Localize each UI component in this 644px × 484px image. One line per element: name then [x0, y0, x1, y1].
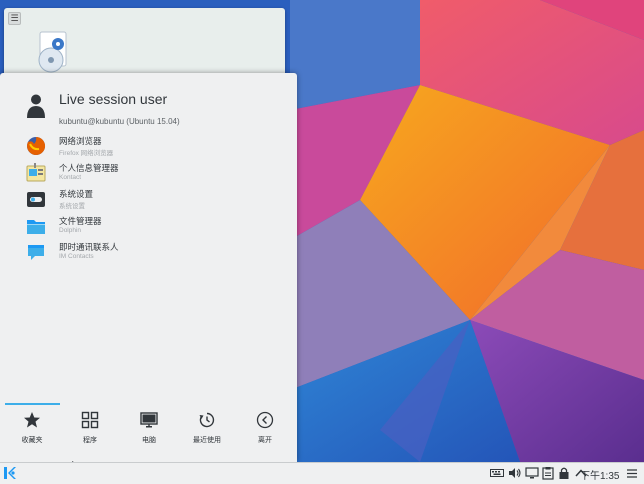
favorite-item-im-contacts[interactable]: 即时通讯联系人 IM Contacts	[22, 241, 282, 268]
favorite-name: 个人信息管理器	[59, 162, 119, 173]
volume-icon[interactable]	[508, 466, 522, 480]
user-name: Live session user	[59, 91, 168, 107]
tab-favorites[interactable]: 收藏夹	[4, 411, 60, 451]
favorite-desc: 系统设置	[59, 203, 85, 210]
favorite-item-web-browser[interactable]: 网络浏览器 Firefox 网络浏览器	[22, 135, 282, 162]
display-icon[interactable]	[525, 466, 539, 480]
launcher-tabbar: 收藏夹 程序 电脑 最近使用 离开	[0, 401, 297, 462]
tab-label: 程序	[83, 437, 97, 444]
tab-applications[interactable]: 程序	[62, 411, 118, 451]
kontact-icon	[26, 162, 46, 181]
history-icon	[199, 412, 215, 428]
star-icon	[24, 412, 40, 428]
leave-icon	[256, 411, 274, 429]
installer-disc-icon[interactable]	[34, 30, 72, 74]
favorite-name: 文件管理器	[59, 215, 102, 226]
user-avatar-icon[interactable]	[26, 93, 46, 119]
taskbar-panel: 下午1:35	[0, 462, 644, 484]
panel-clock[interactable]: 下午1:35	[580, 467, 619, 482]
favorite-desc: IM Contacts	[59, 253, 94, 260]
dolphin-icon	[27, 219, 45, 234]
tab-label: 最近使用	[193, 437, 221, 444]
user-header: Live session user kubuntu@kubuntu (Ubunt…	[22, 91, 282, 131]
tab-leave[interactable]: 离开	[237, 411, 293, 451]
firefox-icon	[27, 136, 46, 155]
grid-icon	[81, 411, 99, 429]
widget-menu-icon[interactable]: ☰	[8, 12, 21, 25]
favorite-desc: Firefox 网络浏览器	[59, 150, 114, 157]
application-launcher-button[interactable]	[3, 465, 17, 481]
favorite-desc: Dolphin	[59, 226, 82, 234]
favorite-name: 网络浏览器	[59, 136, 102, 146]
favorite-item-file-manager[interactable]: 文件管理器 Dolphin	[22, 215, 282, 242]
favorites-list: 网络浏览器 Firefox 网络浏览器 个人信息管理器 Kontact 系统设置…	[22, 135, 282, 268]
favorite-name: 系统设置	[59, 189, 94, 199]
user-host: kubuntu@kubuntu (Ubuntu 15.04)	[59, 117, 180, 126]
favorite-desc: Kontact	[59, 173, 82, 181]
active-tab-indicator	[5, 403, 60, 405]
tab-label: 收藏夹	[21, 437, 43, 444]
keyboard-icon[interactable]	[490, 466, 504, 480]
tab-label: 电脑	[142, 437, 156, 444]
tab-recently-used[interactable]: 最近使用	[179, 411, 235, 451]
application-launcher: Live session user kubuntu@kubuntu (Ubunt…	[0, 73, 297, 462]
monitor-icon	[140, 412, 158, 428]
tab-label: 离开	[258, 437, 272, 444]
im-contacts-icon	[28, 245, 44, 260]
desktop-folder-widget: ☰	[4, 8, 285, 76]
clipboard-icon[interactable]	[541, 466, 555, 480]
favorite-item-pim[interactable]: 个人信息管理器 Kontact	[22, 162, 282, 189]
favorite-item-system-settings[interactable]: 系统设置 系统设置	[22, 188, 282, 215]
tab-computer[interactable]: 电脑	[121, 411, 177, 451]
system-settings-icon	[27, 192, 45, 207]
panel-toolbox-icon[interactable]	[626, 468, 638, 479]
favorite-name: 即时通讯联系人	[59, 242, 119, 252]
lock-icon[interactable]	[557, 466, 571, 480]
